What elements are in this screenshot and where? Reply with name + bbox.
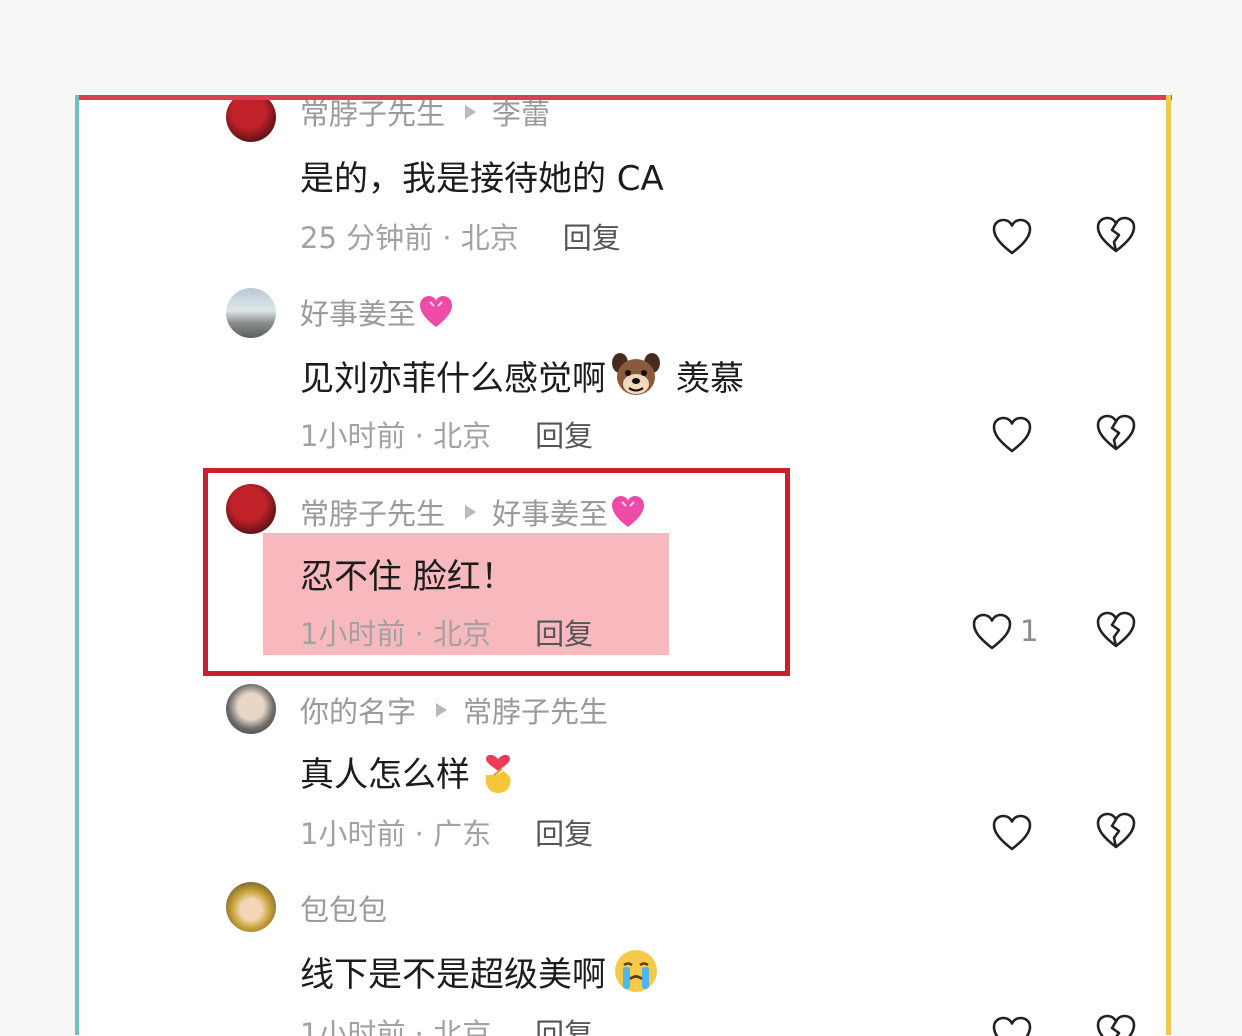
comment-text: 线下是不是超级美啊: [300, 946, 660, 996]
heart-outline-icon: [992, 814, 1032, 851]
dislike-button[interactable]: [1095, 1013, 1139, 1036]
comment-item: 好事姜至 见刘亦菲什么感觉啊 羡慕 1小时前 · 北京 回复: [75, 274, 1172, 474]
comment-meta: 25 分钟前 · 北京 回复: [300, 214, 621, 258]
timestamp-location: 1小时前 · 北京: [300, 617, 492, 651]
reply-button[interactable]: 回复: [535, 1011, 593, 1036]
comment-text-content: 线下是不是超级美啊: [300, 954, 606, 995]
comment-meta: 1小时前 · 广东 回复: [300, 810, 593, 854]
reply-to-username[interactable]: 好事姜至: [492, 491, 608, 533]
heart-outline-icon: [992, 416, 1032, 453]
like-button[interactable]: [991, 413, 1035, 457]
heart-outline-icon: [992, 1016, 1032, 1036]
comment-item: 常脖子先生 李蕾 是的，我是接待她的 CA 25 分钟前 · 北京 回复: [75, 96, 1172, 276]
like-button[interactable]: [991, 1013, 1035, 1036]
like-button[interactable]: [991, 811, 1035, 855]
comment-meta: 1小时前 · 北京 回复: [300, 610, 593, 654]
broken-heart-icon: [1096, 1014, 1136, 1036]
reply-to-username[interactable]: 李蕾: [492, 96, 550, 133]
dislike-button[interactable]: [1095, 811, 1139, 855]
avatar[interactable]: [226, 882, 276, 932]
timestamp-location: 1小时前 · 北京: [300, 1017, 492, 1036]
comment-text: 是的，我是接待她的 CA: [300, 150, 664, 200]
play-triangle-icon: [465, 505, 477, 519]
username[interactable]: 常脖子先生: [300, 491, 445, 533]
dislike-button[interactable]: [1095, 610, 1139, 654]
timestamp-location: 1小时前 · 北京: [300, 419, 492, 453]
comment-item-highlighted: 常脖子先生 好事姜至 忍不住 脸红！ 1小时前 · 北京 回复 1: [75, 474, 1172, 674]
crying-face-emoji: [615, 950, 657, 992]
comment-text-content: 忍不住 脸红！: [300, 556, 515, 597]
comment-text: 真人怎么样: [300, 746, 520, 796]
comment-text: 见刘亦菲什么感觉啊 羡慕: [300, 350, 744, 400]
reply-button[interactable]: 回复: [563, 215, 621, 257]
reply-to-username[interactable]: 常脖子先生: [463, 689, 608, 731]
broken-heart-icon: [1096, 216, 1136, 253]
timestamp-location: 1小时前 · 广东: [300, 817, 492, 851]
dog-face-emoji: [612, 353, 660, 395]
finger-heart-emoji: [485, 754, 511, 793]
username[interactable]: 包包包: [300, 887, 387, 929]
heart-outline-icon: [992, 218, 1032, 255]
comment-text-content: 是的，我是接待她的 CA: [300, 158, 664, 199]
play-triangle-icon: [465, 105, 477, 119]
dislike-button[interactable]: [1095, 413, 1139, 457]
comment-text: 忍不住 脸红！: [300, 548, 515, 598]
dislike-button[interactable]: [1095, 215, 1139, 259]
broken-heart-icon: [1096, 611, 1136, 648]
username-line: 好事姜至: [300, 292, 454, 332]
username-line: 包包包: [300, 888, 387, 928]
avatar[interactable]: [226, 288, 276, 338]
comment-text-suffix: 羡慕: [676, 358, 744, 399]
comment-item: 包包包 线下是不是超级美啊 1小时前 · 北京 回复: [75, 872, 1172, 1036]
avatar[interactable]: [226, 684, 276, 734]
frame-border-right: [1166, 95, 1171, 1035]
broken-heart-icon: [1096, 414, 1136, 451]
like-count: 1: [1020, 614, 1039, 648]
heart-outline-icon: [972, 613, 1012, 650]
avatar[interactable]: [226, 96, 276, 142]
like-button[interactable]: [971, 610, 1015, 654]
reply-button[interactable]: 回复: [535, 611, 593, 653]
username[interactable]: 常脖子先生: [300, 96, 445, 133]
reply-button[interactable]: 回复: [535, 811, 593, 853]
username[interactable]: 你的名字: [300, 689, 416, 731]
reply-button[interactable]: 回复: [535, 413, 593, 455]
comment-item: 你的名字 常脖子先生 真人怎么样 1小时前 · 广东 回复: [75, 672, 1172, 872]
username-line: 你的名字 常脖子先生: [300, 690, 608, 730]
comment-meta: 1小时前 · 北京 回复: [300, 1010, 593, 1036]
frame-border-top: [75, 95, 1172, 100]
comment-text-content: 真人怎么样: [300, 754, 470, 795]
play-triangle-icon: [436, 703, 448, 717]
avatar[interactable]: [226, 484, 276, 534]
frame-border-left: [75, 95, 79, 1035]
comment-meta: 1小时前 · 北京 回复: [300, 412, 593, 456]
comment-text-content: 见刘亦菲什么感觉啊: [300, 358, 606, 399]
pink-heart-emoji: [612, 496, 645, 527]
username-line: 常脖子先生 李蕾: [300, 96, 550, 132]
comment-list: 常脖子先生 李蕾 是的，我是接待她的 CA 25 分钟前 · 北京 回复 好事姜…: [75, 96, 1172, 1036]
username-line: 常脖子先生 好事姜至: [300, 492, 646, 532]
username[interactable]: 好事姜至: [300, 291, 416, 333]
broken-heart-icon: [1096, 812, 1136, 849]
pink-heart-emoji: [420, 296, 453, 327]
like-button[interactable]: [991, 215, 1035, 259]
timestamp-location: 25 分钟前 · 北京: [300, 221, 519, 255]
